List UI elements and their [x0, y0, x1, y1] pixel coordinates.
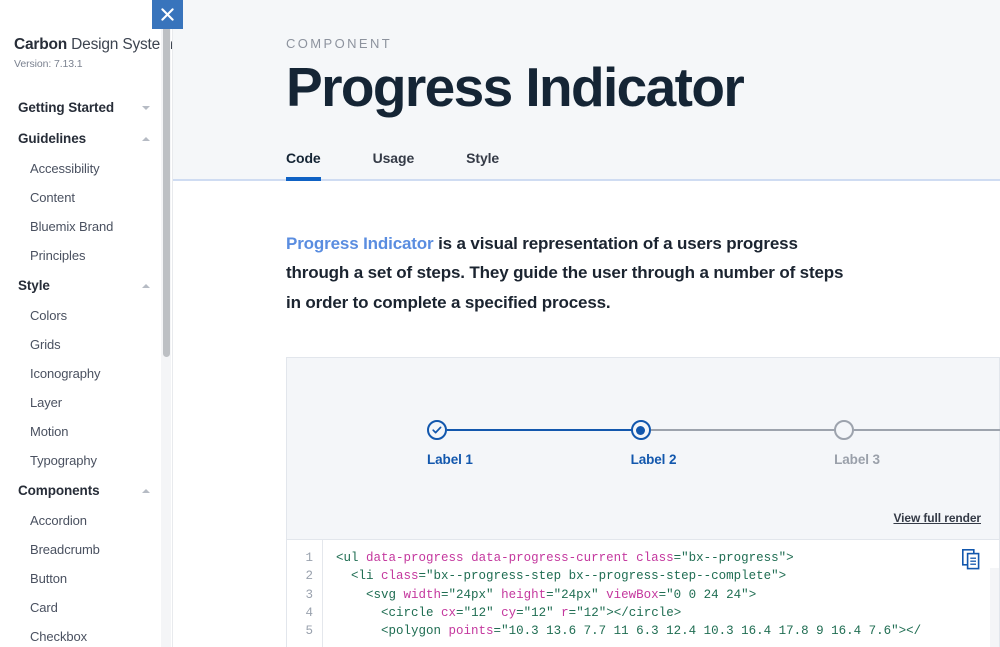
- brand-name: Carbon: [14, 36, 68, 53]
- sidebar-item-breadcrumb[interactable]: Breadcrumb: [0, 535, 172, 564]
- progress-step-complete-icon: [427, 420, 447, 441]
- tab-bar: Code Usage Style: [286, 150, 499, 181]
- brand-block: Carbon Design System Version: 7.13.1: [0, 0, 172, 70]
- sidebar-item-layer[interactable]: Layer: [0, 388, 172, 417]
- view-full-render-link[interactable]: View full render: [893, 511, 981, 525]
- progress-step-2[interactable]: Label 2: [630, 420, 838, 468]
- checkmark-icon: [432, 426, 442, 434]
- line-number: 3: [305, 587, 313, 602]
- current-dot: [636, 425, 646, 435]
- line-number: 1: [305, 551, 313, 566]
- brand-suffix: Design System: [67, 36, 173, 53]
- close-button[interactable]: [152, 0, 183, 29]
- sidebar-group-guidelines[interactable]: Guidelines: [0, 123, 172, 154]
- sidebar-group-components[interactable]: Components: [0, 475, 172, 506]
- brand-version: Version: 7.13.1: [14, 58, 83, 70]
- tab-usage[interactable]: Usage: [373, 150, 415, 181]
- main-content: COMPONENT Progress Indicator Code Usage …: [173, 0, 1000, 647]
- page-eyebrow: COMPONENT: [286, 36, 393, 51]
- sidebar-item-accessibility[interactable]: Accessibility: [0, 154, 172, 183]
- sidebar-item-button[interactable]: Button: [0, 564, 172, 593]
- line-number: 4: [305, 605, 313, 620]
- progress-step-3[interactable]: Label 3: [834, 420, 1000, 467]
- close-icon: [161, 8, 174, 21]
- progress-indicator-link[interactable]: Progress Indicator: [286, 234, 434, 253]
- code-source-text[interactable]: <ul data-progress data-progress-current …: [323, 540, 999, 647]
- demo-preview-panel: Label 1 Label 2 Label 3 View full render: [286, 357, 1000, 540]
- demo-wrapper: Label 1 Label 2 Label 3 View full render…: [286, 357, 1000, 647]
- sidebar-item-principles[interactable]: Principles: [0, 241, 172, 270]
- progress-connector: [854, 429, 1000, 432]
- sidebar-item-content[interactable]: Content: [0, 183, 172, 212]
- progress-step-label: Label 3: [834, 452, 880, 468]
- sidebar-item-accordion[interactable]: Accordion: [0, 506, 172, 535]
- progress-indicator-demo: Label 1 Label 2 Label 3: [427, 420, 1000, 482]
- sidebar-item-bluemix-brand[interactable]: Bluemix Brand: [0, 212, 172, 241]
- sidebar-item-motion[interactable]: Motion: [0, 417, 172, 446]
- chevron-up-icon: [142, 136, 150, 141]
- line-number: 5: [305, 624, 313, 639]
- progress-step-label: Label 1: [427, 452, 473, 468]
- progress-step-1[interactable]: Label 1: [427, 420, 634, 468]
- intro-paragraph: Progress Indicator is a visual represent…: [286, 229, 858, 317]
- sidebar-group-label: Components: [18, 483, 100, 498]
- sidebar-item-iconography[interactable]: Iconography: [0, 359, 172, 388]
- sidebar-group-getting-started[interactable]: Getting Started: [0, 92, 172, 123]
- sidebar-item-typography[interactable]: Typography: [0, 446, 172, 475]
- sidebar-group-style[interactable]: Style: [0, 270, 172, 301]
- sidebar-group-label: Getting Started: [18, 100, 115, 115]
- code-block: 1 2 3 4 5 <ul data-progress data-progres…: [286, 539, 1000, 647]
- sidebar-item-card[interactable]: Card: [0, 593, 172, 622]
- sidebar-item-grids[interactable]: Grids: [0, 330, 172, 359]
- code-scrollbar-track[interactable]: [990, 568, 999, 647]
- sidebar-item-colors[interactable]: Colors: [0, 301, 172, 330]
- progress-connector: [447, 429, 634, 432]
- chevron-up-icon: [142, 283, 150, 288]
- sidebar-group-label: Style: [18, 278, 50, 293]
- page-header: COMPONENT Progress Indicator Code Usage …: [173, 0, 1000, 181]
- tab-code[interactable]: Code: [286, 150, 321, 181]
- progress-step-label: Label 2: [630, 452, 677, 468]
- sidebar-item-checkbox[interactable]: Checkbox: [0, 622, 172, 647]
- progress-step-current-icon: [630, 420, 651, 441]
- tab-style[interactable]: Style: [466, 150, 499, 181]
- sidebar: Carbon Design System Version: 7.13.1 Get…: [0, 0, 173, 647]
- code-line-number-gutter: 1 2 3 4 5: [287, 540, 323, 647]
- progress-connector: [650, 429, 838, 432]
- line-number: 2: [305, 569, 313, 584]
- content-area: Progress Indicator is a visual represent…: [173, 181, 1000, 647]
- copy-glyph: [962, 549, 980, 570]
- sidebar-group-label: Guidelines: [18, 131, 87, 146]
- sidebar-scrollbar-thumb[interactable]: [162, 24, 170, 357]
- app-root: Carbon Design System Version: 7.13.1 Get…: [0, 0, 1000, 647]
- page-title: Progress Indicator: [286, 56, 745, 118]
- brand-title: Carbon Design System: [14, 36, 172, 54]
- chevron-down-icon: [142, 105, 150, 110]
- demo-footer: View full render: [893, 509, 999, 539]
- copy-icon[interactable]: [962, 549, 981, 570]
- sidebar-nav: Getting Started Guidelines Accessibility…: [0, 92, 172, 647]
- chevron-up-icon: [142, 488, 150, 493]
- progress-step-incomplete-icon: [834, 420, 855, 441]
